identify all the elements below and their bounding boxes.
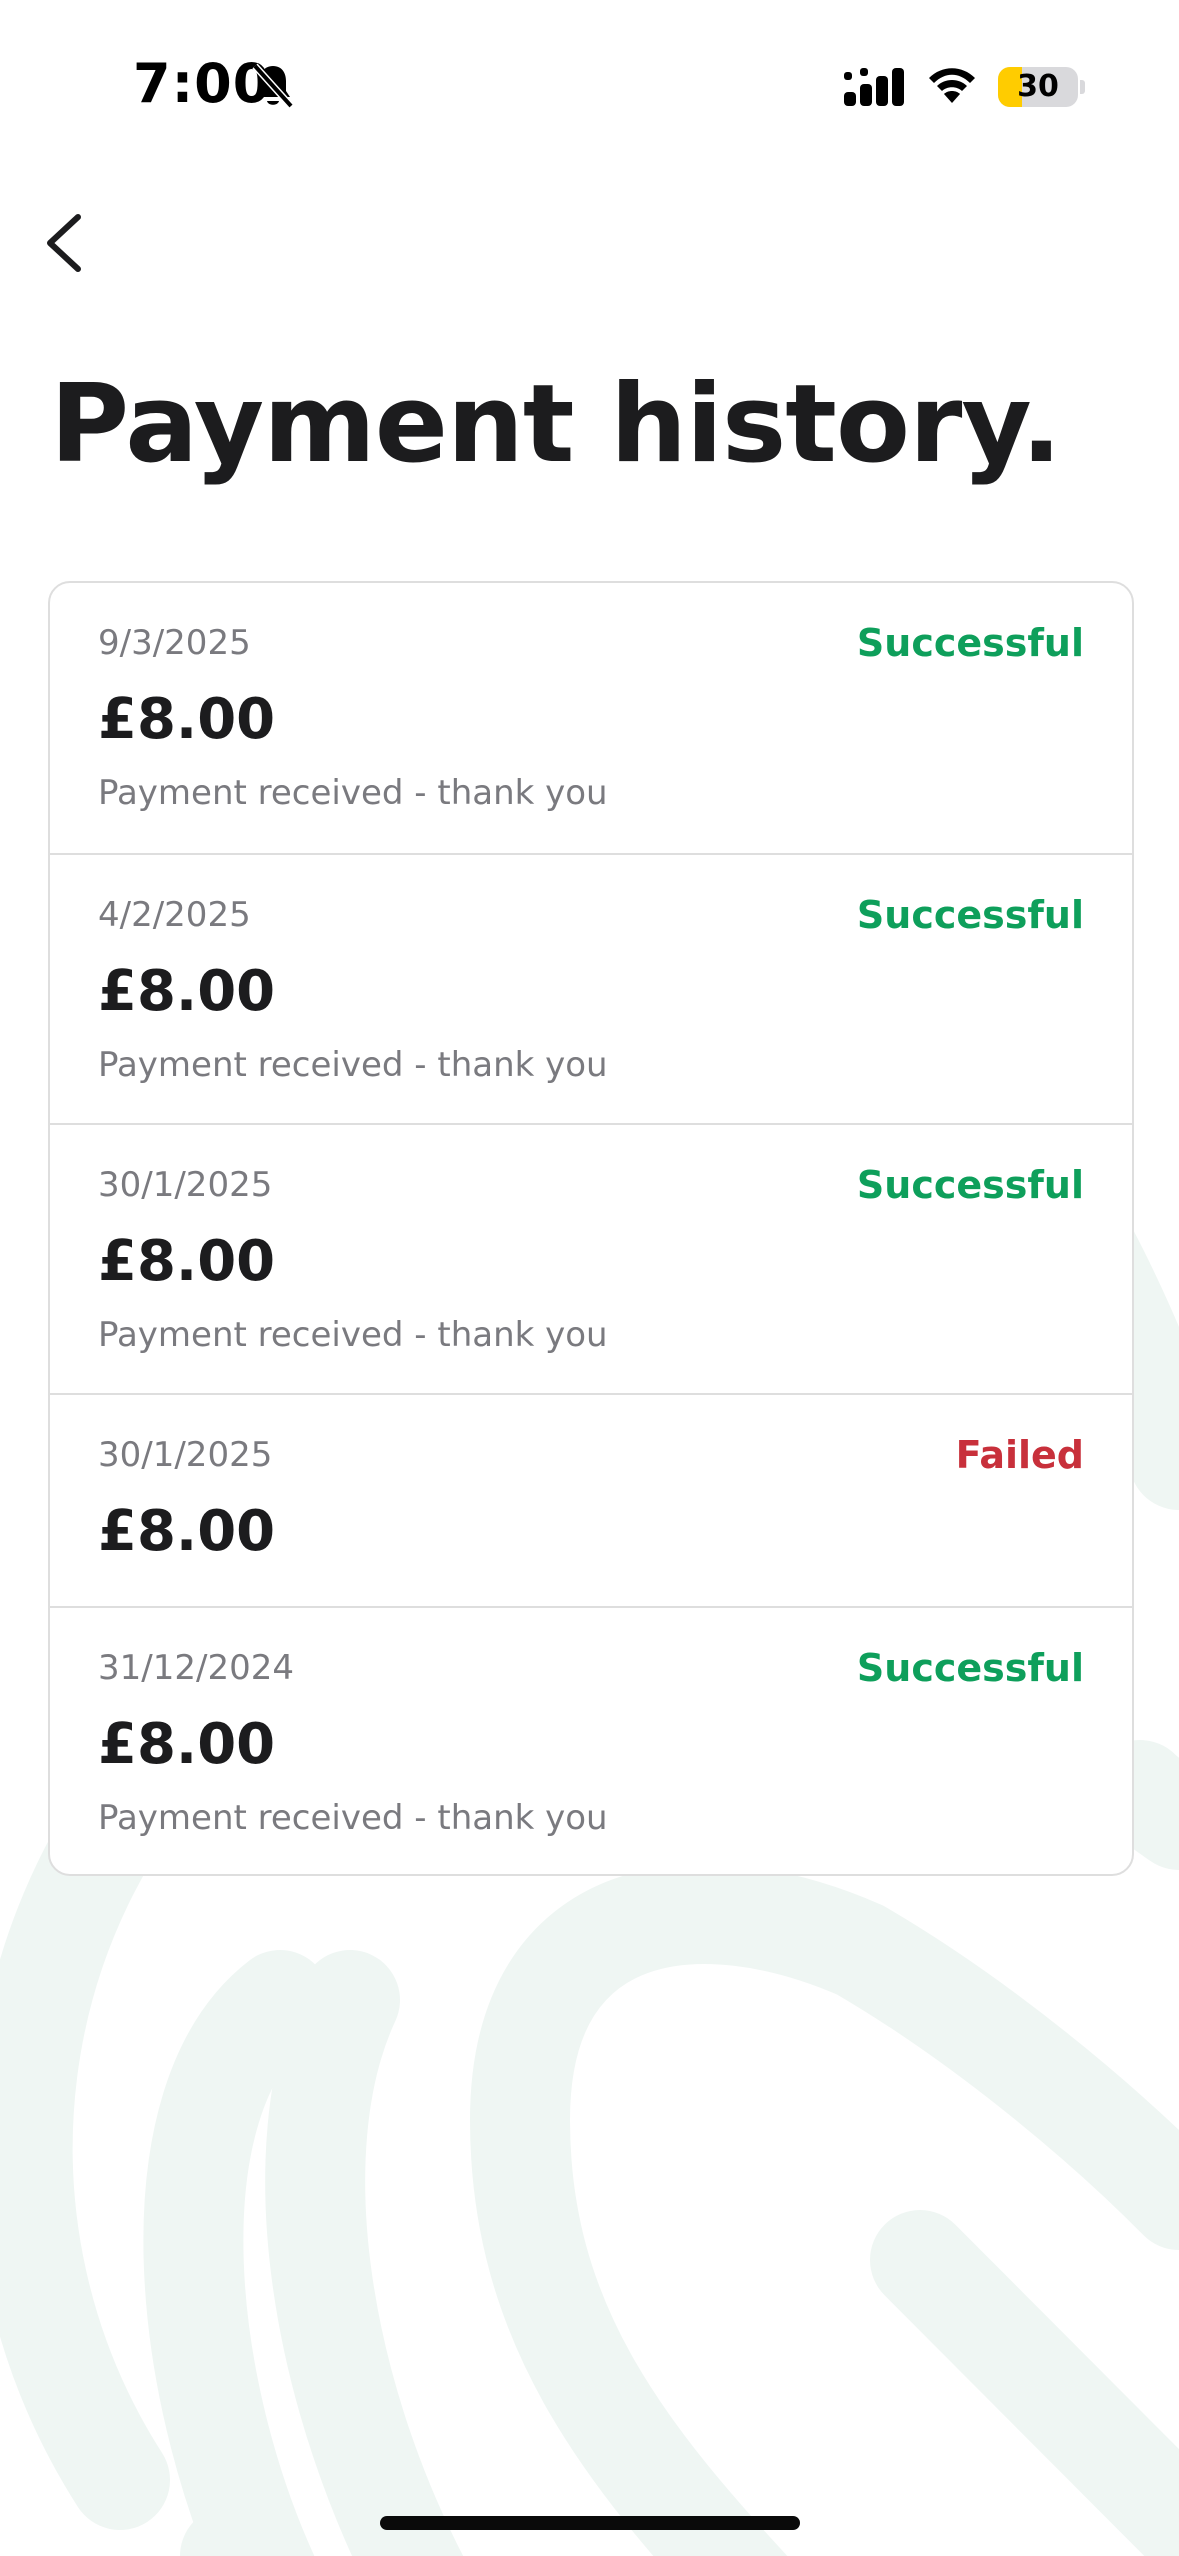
payment-date: 4/2/2025: [98, 895, 251, 935]
payment-status: Successful: [857, 893, 1084, 937]
payment-note: Payment received - thank you: [98, 1315, 608, 1355]
home-indicator[interactable]: [380, 2516, 800, 2530]
payment-amount: £8.00: [98, 1712, 275, 1777]
payment-status: Successful: [857, 1646, 1084, 1690]
payment-row[interactable]: 31/12/2024 Successful £8.00 Payment rece…: [50, 1606, 1132, 1874]
payment-date: 9/3/2025: [98, 623, 251, 663]
payment-note: Payment received - thank you: [98, 1798, 608, 1838]
payment-note: Payment received - thank you: [98, 773, 608, 813]
payment-status: Successful: [857, 621, 1084, 665]
payment-amount: £8.00: [98, 687, 275, 752]
payment-amount: £8.00: [98, 1499, 275, 1564]
payment-date: 30/1/2025: [98, 1435, 272, 1475]
chevron-left-icon: [36, 205, 96, 281]
cellular-signal-icon: [844, 64, 906, 110]
payment-status: Failed: [956, 1433, 1084, 1477]
status-bar: 7:00 30: [0, 0, 1179, 175]
payment-status: Successful: [857, 1163, 1084, 1207]
bell-off-icon: [251, 62, 295, 110]
wifi-icon: [926, 63, 978, 105]
payment-row[interactable]: 9/3/2025 Successful £8.00 Payment receiv…: [50, 583, 1132, 853]
page-title: Payment history.: [50, 362, 1061, 487]
back-button[interactable]: [36, 205, 96, 281]
battery-level: 30: [998, 67, 1078, 107]
payment-date: 30/1/2025: [98, 1165, 272, 1205]
payment-row[interactable]: 30/1/2025 Successful £8.00 Payment recei…: [50, 1123, 1132, 1393]
payment-date: 31/12/2024: [98, 1648, 294, 1688]
battery-nub: [1080, 80, 1085, 94]
payment-row[interactable]: 4/2/2025 Successful £8.00 Payment receiv…: [50, 853, 1132, 1123]
payment-note: Payment received - thank you: [98, 1045, 608, 1085]
payment-amount: £8.00: [98, 959, 275, 1024]
payment-history-list: 9/3/2025 Successful £8.00 Payment receiv…: [48, 581, 1134, 1876]
battery-indicator: 30: [998, 67, 1078, 107]
payment-row[interactable]: 30/1/2025 Failed £8.00: [50, 1393, 1132, 1606]
payment-amount: £8.00: [98, 1229, 275, 1294]
